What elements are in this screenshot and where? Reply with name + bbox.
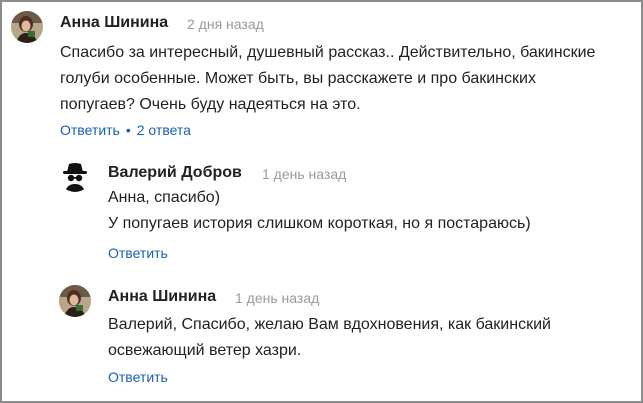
comment-text: Спасибо за интересный, душевный рассказ.… (60, 40, 595, 118)
comment-text: Анна, спасибо) У попугаев история слишко… (108, 185, 531, 237)
comment-text-line: Анна, спасибо) (108, 189, 221, 206)
comment-actions: Ответить (108, 245, 168, 261)
user-photo-avatar-icon (11, 11, 43, 43)
comment-actions: Ответить • 2 ответа (60, 122, 191, 138)
comment-text-line: попугаев? Очень буду надеяться на это. (60, 96, 361, 113)
reply-button[interactable]: Ответить (108, 369, 168, 385)
comment-reply: Валерий Добров 1 день назад Анна, спасиб… (2, 152, 643, 272)
comment-top-level: Анна Шинина 2 дня назад Спасибо за интер… (2, 2, 643, 142)
comment-timestamp: 1 день назад (235, 290, 320, 306)
comments-panel: Анна Шинина 2 дня назад Спасибо за интер… (0, 0, 643, 403)
avatar[interactable] (11, 11, 43, 43)
user-photo-avatar-icon (59, 285, 91, 317)
comment-reply: Анна Шинина 1 день назад Валерий, Спасиб… (2, 277, 643, 402)
show-replies-button[interactable]: 2 ответа (137, 122, 191, 138)
comment-timestamp: 1 день назад (262, 166, 347, 182)
avatar[interactable] (59, 160, 91, 192)
comment-actions: Ответить (108, 369, 168, 385)
comment-author[interactable]: Анна Шинина (60, 14, 168, 32)
comment-text-line: Спасибо за интересный, душевный рассказ.… (60, 44, 596, 61)
comment-author[interactable]: Валерий Добров (108, 164, 242, 182)
reply-button[interactable]: Ответить (60, 122, 120, 138)
comment-text-line: Валерий, Спасибо, желаю Вам вдохновения,… (108, 316, 551, 333)
comment-text-line: У попугаев история слишком короткая, но … (108, 215, 531, 232)
comment-author[interactable]: Анна Шинина (108, 288, 216, 306)
comment-text-line: голуби особенные. Может быть, вы расскаж… (60, 70, 536, 87)
comment-timestamp: 2 дня назад (187, 16, 264, 32)
incognito-avatar-icon (59, 160, 91, 192)
comment-text-line: освежающий ветер хазри. (108, 342, 302, 359)
separator-dot: • (125, 122, 131, 138)
avatar[interactable] (59, 285, 91, 317)
reply-button[interactable]: Ответить (108, 245, 168, 261)
comment-text: Валерий, Спасибо, желаю Вам вдохновения,… (108, 312, 551, 364)
